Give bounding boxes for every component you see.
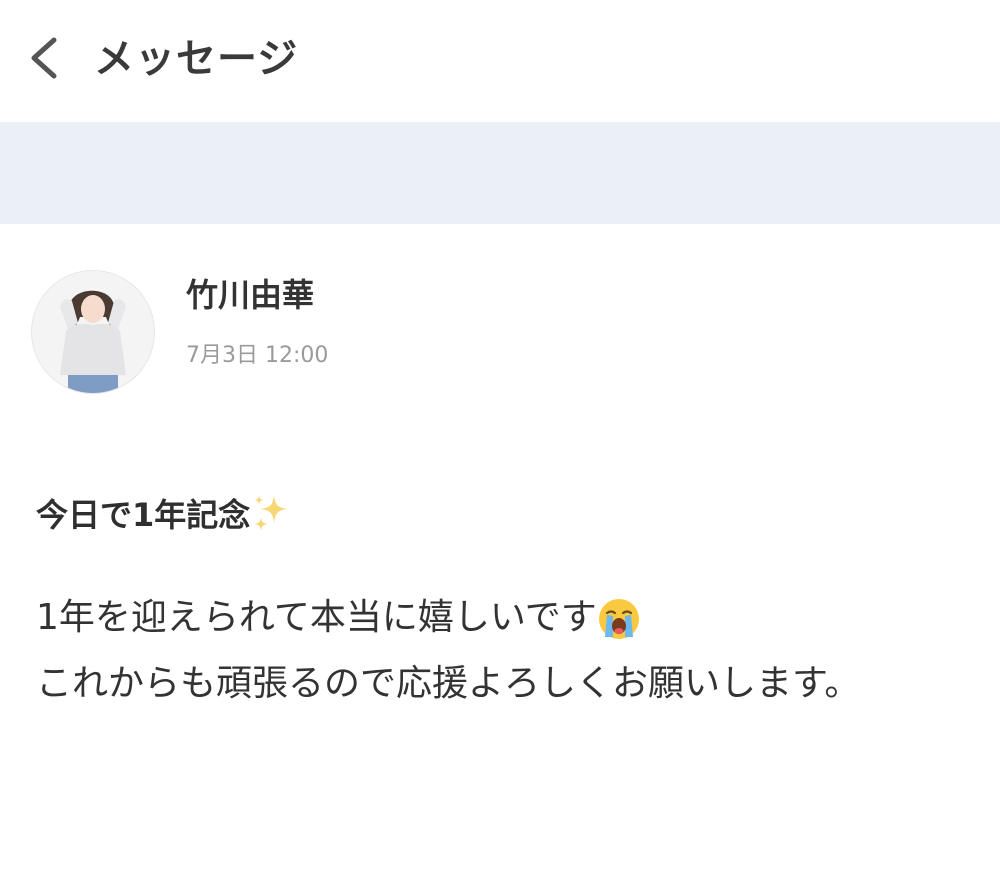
message-body: 1年を迎えられて本当に嬉しいです これからも頑張るので応援よろしくお願いします。 [36, 585, 916, 717]
sparkles-icon [254, 495, 289, 531]
page-title: メッセージ [94, 36, 299, 82]
chevron-left-icon [31, 37, 57, 79]
back-button[interactable] [22, 30, 72, 86]
message-heading: 今日で1年記念 [36, 490, 294, 536]
message-line-1: 1年を迎えられて本当に嬉しいです [36, 585, 916, 651]
message-heading-text: 今日で1年記念 [36, 496, 251, 534]
sender-name: 竹川由華 [186, 276, 315, 314]
avatar-photo [32, 271, 154, 393]
timestamp: 7月3日 12:00 [186, 343, 329, 368]
header-bar: メッセージ [0, 0, 1000, 122]
banner-strip [0, 122, 1000, 224]
message-line-2: これからも頑張るので応援よろしくお願いします。 [36, 663, 861, 704]
message-line-1-text: 1年を迎えられて本当に嬉しいです [36, 597, 597, 638]
avatar[interactable] [31, 270, 155, 394]
loudly-crying-face-icon [598, 599, 639, 639]
